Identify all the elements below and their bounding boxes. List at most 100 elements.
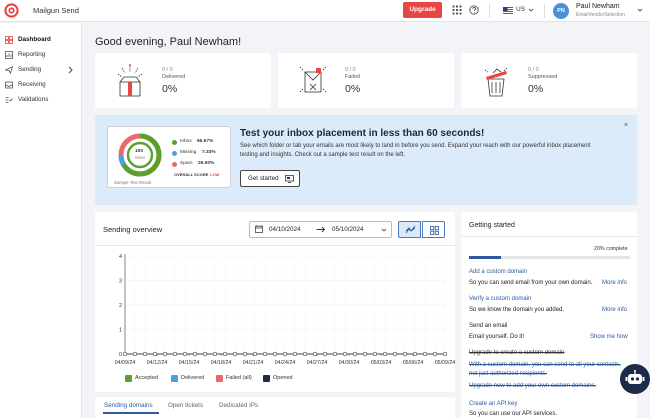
more-info-link[interactable]: More info (602, 307, 627, 313)
data-point (142, 351, 148, 357)
stat-card-failed: 0 / 0 Failed 0% (278, 53, 454, 108)
sidebar-item-label: Receiving (18, 81, 46, 88)
sample-score-label: Inbox (135, 155, 146, 160)
data-point (122, 351, 128, 357)
checkbox-checked-icon[interactable] (263, 375, 270, 382)
stat-percent: 0% (162, 83, 178, 95)
checkbox-checked-icon[interactable] (171, 375, 178, 382)
sample-row-value: 66.67% (197, 139, 214, 144)
stat-percent: 0% (528, 83, 544, 95)
send-email-desc: Email yourself. Do it! (469, 334, 525, 340)
tab-sending-domains[interactable]: Sending domains (104, 402, 153, 409)
x-tick-label: 05/06/24 (403, 360, 424, 366)
dashboard-icon (5, 36, 13, 44)
upgrade-button[interactable]: Upgrade (403, 2, 442, 18)
header-divider (489, 4, 490, 18)
sidebar-item-receiving[interactable]: Receiving (0, 78, 82, 92)
page-title: Good evening, Paul Newham! (95, 36, 242, 48)
data-point (442, 351, 448, 357)
sample-row-label: Inbox (180, 139, 192, 144)
chevron-down-icon[interactable] (528, 7, 534, 13)
line-view-toggle[interactable] (398, 221, 421, 238)
add-domain-link[interactable]: Add a custom domain (469, 269, 527, 275)
show-me-how-link[interactable]: Show me how (590, 334, 628, 340)
legend-dot (172, 140, 177, 145)
sample-row-label: Missing (180, 150, 197, 155)
sample-test-result: 100 Inbox Inbox 66.67% Missing 7.33% Spa… (107, 126, 231, 188)
sidebar-item-label: Validations (18, 96, 49, 103)
line-chart-icon (405, 225, 416, 234)
table-view-toggle[interactable] (422, 221, 445, 238)
chevron-right-icon[interactable] (67, 66, 74, 74)
tab-dedicated-ips[interactable]: Dedicated IPs (219, 402, 258, 409)
more-info-link[interactable]: More info (602, 280, 627, 286)
sidebar-item-validations[interactable]: Validations (0, 93, 82, 107)
upgrade-step-link[interactable]: Upgrade now to add your own custom domai… (469, 383, 596, 389)
verify-domain-link[interactable]: Verify a custom domain (469, 296, 531, 302)
sidebar: Dashboard Reporting Sending Receiving Va… (0, 23, 82, 418)
header-divider (544, 4, 545, 18)
avatar[interactable]: PN (553, 3, 569, 19)
user-name[interactable]: Paul Newham (576, 3, 620, 10)
stat-label: Suppressed (528, 74, 558, 80)
sample-caption: Sample Test Result (114, 180, 152, 185)
chat-assistant-button[interactable] (620, 364, 650, 394)
promo-description: See which folder or tab your emails are … (240, 143, 591, 158)
data-point (312, 351, 318, 357)
sample-score: 100 (135, 149, 144, 154)
y-tick-label: 3 (119, 279, 122, 285)
sidebar-item-dashboard[interactable]: Dashboard (0, 33, 82, 47)
checkbox-checked-icon[interactable] (125, 375, 132, 382)
add-domain-desc: So you can send email from your own doma… (469, 280, 593, 286)
data-point (192, 351, 198, 357)
tab-open-tickets[interactable]: Open tickets (168, 402, 203, 409)
region-selector[interactable]: US (516, 6, 525, 13)
create-api-key-link[interactable]: Create an API key (469, 401, 517, 407)
app-title: Mailgun Send (33, 6, 79, 15)
sidebar-item-reporting[interactable]: Reporting (0, 48, 82, 62)
checkbox-checked-icon[interactable] (216, 375, 223, 382)
data-point (332, 351, 338, 357)
monitor-icon (285, 175, 294, 183)
stat-label: Failed (345, 74, 360, 80)
getting-started-divider (461, 236, 637, 237)
x-tick-label: 04/09/24 (115, 360, 136, 366)
overall-score-value: LOW (210, 172, 220, 177)
user-account: EmailVendorSelection (576, 12, 625, 18)
us-flag-icon (503, 7, 513, 14)
verify-domain-desc: So we know the domain you added. (469, 307, 565, 313)
sidebar-item-label: Sending (18, 66, 42, 73)
sending-overview-chart: 0 1 2 3 4 04/09/24 04/12/24 04/15/24 04/18/24 04/… (115, 254, 455, 366)
x-tick-label: 04/30/24 (339, 360, 360, 366)
data-point (392, 351, 398, 357)
data-point (262, 351, 268, 357)
stat-card-suppressed: 0 / 0 Suppressed 0% (461, 53, 637, 108)
data-point (252, 351, 258, 357)
data-point (162, 351, 168, 357)
x-tick-label: 04/18/24 (211, 360, 232, 366)
data-point (432, 351, 438, 357)
chevron-down-icon[interactable] (637, 7, 643, 13)
data-point (182, 351, 188, 357)
calendar-icon[interactable] (255, 225, 263, 233)
get-started-button[interactable]: Get started (240, 170, 300, 187)
data-point (272, 351, 278, 357)
date-to-field[interactable]: 05/10/2024 (332, 226, 364, 233)
stat-percent: 0% (345, 83, 361, 95)
upgrade-step-desc: With a custom domain, you can send to al… (469, 362, 621, 377)
mailgun-logo-icon[interactable] (4, 3, 19, 18)
send-icon (5, 66, 13, 74)
robot-icon (625, 370, 645, 384)
chevron-down-icon[interactable] (381, 227, 387, 233)
date-from-field[interactable]: 04/10/2024 (269, 226, 301, 233)
help-icon[interactable] (469, 5, 479, 15)
sidebar-item-sending[interactable]: Sending (0, 63, 82, 77)
y-tick-label: 1 (119, 328, 122, 334)
close-promo-button[interactable]: × (624, 122, 628, 129)
data-point (412, 351, 418, 357)
sample-row-label: Spam (180, 161, 193, 166)
apps-grid-icon[interactable] (452, 5, 462, 15)
validations-icon (5, 97, 13, 103)
legend-dot (172, 162, 177, 167)
data-point (282, 351, 288, 357)
